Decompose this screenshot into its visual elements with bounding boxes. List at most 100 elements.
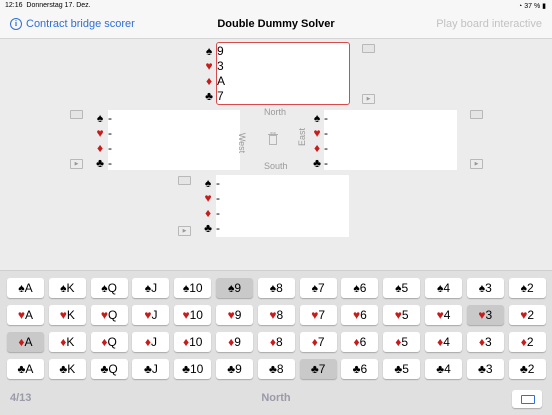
card-heart-4[interactable]: ♥4 bbox=[425, 305, 462, 325]
status-battery: ◔ 37 % ▮ bbox=[518, 3, 546, 10]
card-heart-5[interactable]: ♥5 bbox=[383, 305, 421, 325]
club-icon: ♣ bbox=[436, 362, 445, 376]
card-rank: A bbox=[25, 362, 34, 376]
card-heart-8[interactable]: ♥8 bbox=[257, 305, 295, 325]
card-rank: 3 bbox=[485, 281, 492, 295]
play-icon[interactable]: ▶ bbox=[70, 159, 83, 169]
card-diamond-10[interactable]: ♦10 bbox=[174, 332, 212, 352]
card-spade-7[interactable]: ♠7 bbox=[299, 278, 337, 298]
compass-south-label: South bbox=[264, 161, 288, 171]
play-icon[interactable]: ▶ bbox=[178, 226, 191, 236]
card-spade-5[interactable]: ♠5 bbox=[383, 278, 421, 298]
keyboard-icon[interactable] bbox=[362, 44, 375, 53]
card-club-9[interactable]: ♣9 bbox=[216, 359, 253, 379]
club-icon: ♣ bbox=[143, 362, 152, 376]
card-diamond-q[interactable]: ♦Q bbox=[90, 332, 128, 352]
heart-icon: ♥ bbox=[269, 308, 277, 322]
card-club-k[interactable]: ♣K bbox=[48, 359, 86, 379]
card-heart-a[interactable]: ♥A bbox=[7, 305, 44, 325]
card-club-7[interactable]: ♣7 bbox=[299, 359, 337, 379]
card-rank: 3 bbox=[485, 308, 493, 322]
card-diamond-a[interactable]: ♦A bbox=[7, 332, 44, 352]
card-rank: 10 bbox=[189, 308, 203, 322]
play-board-interactive-button[interactable]: Play board interactive bbox=[436, 18, 542, 30]
play-icon[interactable]: ▶ bbox=[470, 159, 483, 169]
card-spade-q[interactable]: ♠Q bbox=[90, 278, 128, 298]
card-heart-3[interactable]: ♥3 bbox=[466, 305, 504, 325]
card-club-5[interactable]: ♣5 bbox=[383, 359, 421, 379]
card-rank: 9 bbox=[234, 281, 242, 295]
west-hand[interactable]: - - - - bbox=[108, 110, 240, 170]
card-rank: 2 bbox=[526, 335, 534, 349]
card-rank: 2 bbox=[527, 362, 535, 376]
status-bar: 12:16 Donnerstag 17. Dez. ◔ 37 % ▮ bbox=[0, 0, 552, 12]
keyboard-icon bbox=[521, 395, 535, 404]
keyboard-icon[interactable] bbox=[70, 110, 83, 119]
club-icon: ♣ bbox=[204, 221, 212, 235]
keyboard-icon[interactable] bbox=[178, 176, 191, 185]
card-diamond-k[interactable]: ♦K bbox=[48, 332, 86, 352]
card-rank: A bbox=[24, 281, 33, 295]
south-hand[interactable]: - - - - bbox=[216, 175, 349, 237]
card-spade-4[interactable]: ♠4 bbox=[425, 278, 462, 298]
card-club-q[interactable]: ♣Q bbox=[90, 359, 128, 379]
spade-icon: ♠ bbox=[204, 176, 212, 190]
card-rank: 10 bbox=[189, 335, 203, 349]
keyboard-toggle-button[interactable] bbox=[512, 390, 542, 408]
card-diamond-2[interactable]: ♦2 bbox=[508, 332, 546, 352]
card-spade-k[interactable]: ♠K bbox=[48, 278, 86, 298]
card-rank: 7 bbox=[317, 335, 325, 349]
heart-icon: ♥ bbox=[182, 308, 190, 322]
card-heart-10[interactable]: ♥10 bbox=[174, 305, 212, 325]
card-diamond-j[interactable]: ♦J bbox=[132, 332, 170, 352]
card-rank: 6 bbox=[359, 281, 367, 295]
play-icon[interactable]: ▶ bbox=[362, 94, 375, 104]
card-club-2[interactable]: ♣2 bbox=[508, 359, 546, 379]
diamond-icon: ♦ bbox=[313, 141, 321, 155]
card-club-10[interactable]: ♣10 bbox=[174, 359, 212, 379]
card-heart-q[interactable]: ♥Q bbox=[90, 305, 128, 325]
club-icon: ♣ bbox=[227, 362, 236, 376]
card-spade-j[interactable]: ♠J bbox=[132, 278, 170, 298]
card-club-3[interactable]: ♣3 bbox=[466, 359, 504, 379]
north-hand[interactable]: ♠ 9 ♥ 3 ♦ A ♣ 7 bbox=[205, 42, 350, 105]
card-club-a[interactable]: ♣A bbox=[7, 359, 44, 379]
card-diamond-4[interactable]: ♦4 bbox=[425, 332, 462, 352]
card-diamond-8[interactable]: ♦8 bbox=[257, 332, 295, 352]
card-club-4[interactable]: ♣4 bbox=[425, 359, 462, 379]
card-rank: 7 bbox=[318, 308, 325, 322]
card-heart-j[interactable]: ♥J bbox=[132, 305, 170, 325]
east-hand[interactable]: - - - - bbox=[324, 110, 457, 170]
card-spade-a[interactable]: ♠A bbox=[7, 278, 44, 298]
card-club-6[interactable]: ♣6 bbox=[341, 359, 379, 379]
card-rank: Q bbox=[107, 281, 117, 295]
north-clubs-row: ♣ 7 bbox=[205, 88, 224, 104]
card-club-8[interactable]: ♣8 bbox=[257, 359, 295, 379]
trash-icon[interactable] bbox=[268, 131, 278, 145]
card-heart-2[interactable]: ♥2 bbox=[508, 305, 546, 325]
heart-icon: ♥ bbox=[394, 308, 402, 322]
card-diamond-6[interactable]: ♦6 bbox=[341, 332, 379, 352]
card-heart-k[interactable]: ♥K bbox=[48, 305, 86, 325]
compass-east-label: East bbox=[297, 127, 308, 147]
card-rank: 3 bbox=[485, 335, 492, 349]
card-heart-6[interactable]: ♥6 bbox=[341, 305, 379, 325]
card-diamond-9[interactable]: ♦9 bbox=[216, 332, 253, 352]
north-spades-row: ♠ 9 bbox=[206, 43, 224, 59]
card-diamond-3[interactable]: ♦3 bbox=[466, 332, 504, 352]
card-spade-6[interactable]: ♠6 bbox=[341, 278, 379, 298]
card-rank: A bbox=[24, 335, 33, 349]
card-rank: 5 bbox=[401, 335, 409, 349]
card-spade-9[interactable]: ♠9 bbox=[216, 278, 253, 298]
card-spade-10[interactable]: ♠10 bbox=[174, 278, 212, 298]
card-spade-3[interactable]: ♠3 bbox=[466, 278, 504, 298]
card-spade-8[interactable]: ♠8 bbox=[257, 278, 295, 298]
card-diamond-5[interactable]: ♦5 bbox=[383, 332, 421, 352]
keyboard-icon[interactable] bbox=[470, 110, 483, 119]
card-club-j[interactable]: ♣J bbox=[132, 359, 170, 379]
card-diamond-7[interactable]: ♦7 bbox=[299, 332, 337, 352]
card-heart-7[interactable]: ♥7 bbox=[299, 305, 337, 325]
card-spade-2[interactable]: ♠2 bbox=[508, 278, 546, 298]
card-heart-9[interactable]: ♥9 bbox=[216, 305, 253, 325]
north-hearts-row: ♥ 3 bbox=[205, 58, 223, 74]
